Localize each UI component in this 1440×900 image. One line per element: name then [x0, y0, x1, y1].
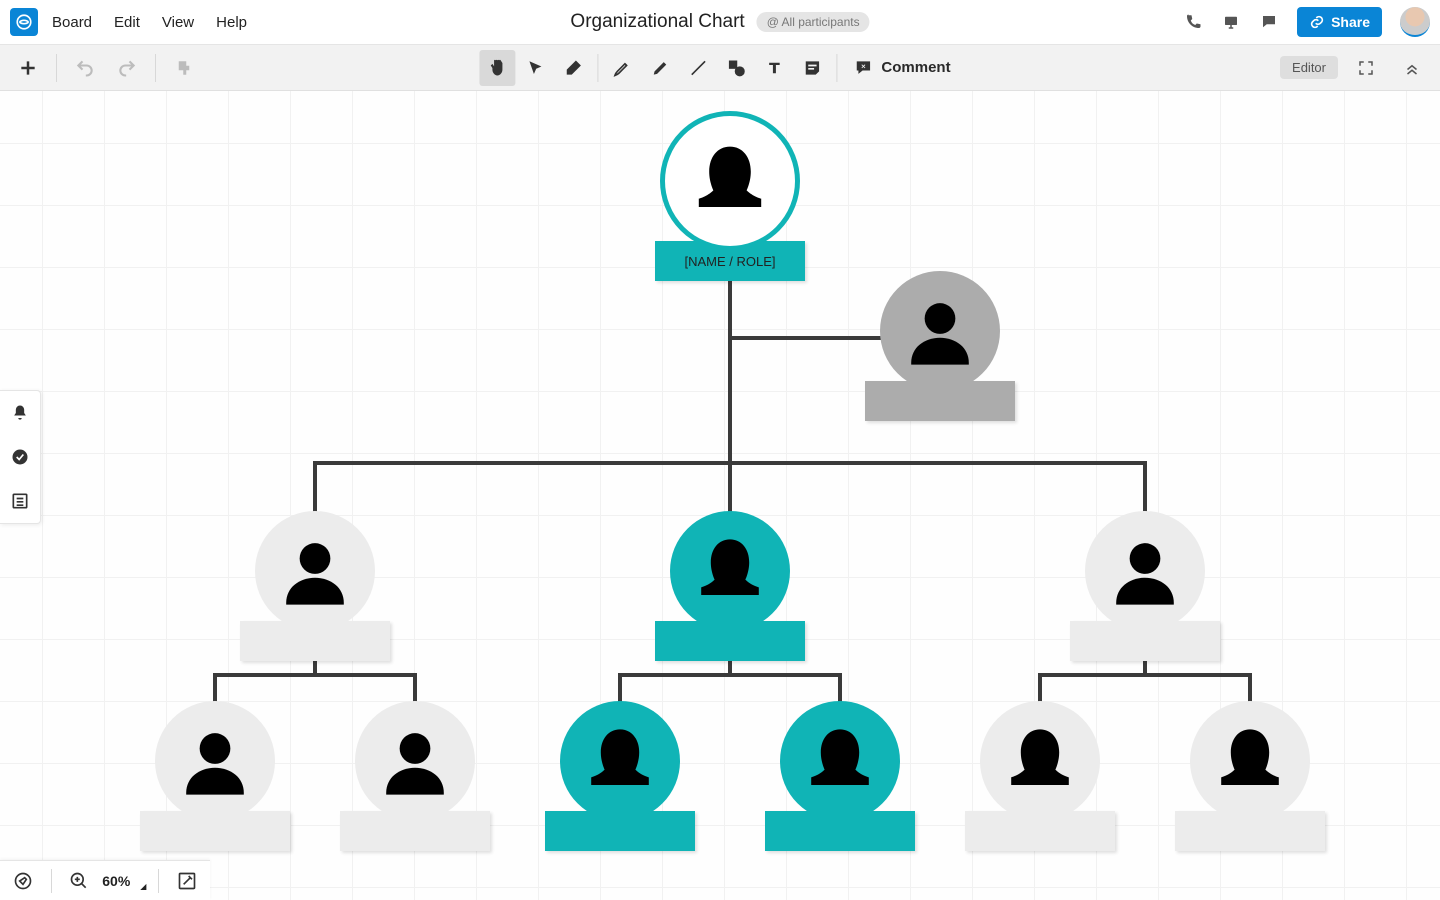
zoom-in-button[interactable]: [64, 863, 95, 899]
comment-icon: [853, 58, 873, 78]
separator: [836, 54, 837, 82]
separator: [56, 54, 57, 82]
phone-icon[interactable]: [1183, 12, 1203, 32]
line-tool[interactable]: [680, 50, 716, 86]
pointer-tool[interactable]: [517, 50, 553, 86]
separator: [51, 869, 52, 893]
comment-label: Comment: [881, 59, 950, 76]
menu-help[interactable]: Help: [216, 14, 247, 31]
toolbar-center: Comment: [479, 50, 960, 86]
person-icon: [980, 701, 1100, 821]
list-icon[interactable]: [6, 487, 34, 515]
person-icon: [660, 111, 800, 251]
avatar[interactable]: [1400, 7, 1430, 37]
fullscreen-button[interactable]: [1348, 50, 1384, 86]
person-icon: [1190, 701, 1310, 821]
person-icon: [355, 701, 475, 821]
board-title[interactable]: Organizational Chart: [570, 11, 744, 33]
org-node[interactable]: [255, 511, 390, 661]
add-button[interactable]: [10, 50, 46, 86]
share-label: Share: [1331, 14, 1370, 30]
connector: [618, 673, 842, 677]
pen-tool[interactable]: [604, 50, 640, 86]
org-node[interactable]: [980, 701, 1115, 851]
menubar: Board Edit View Help Organizational Char…: [0, 0, 1440, 45]
org-node[interactable]: [155, 701, 290, 851]
org-node[interactable]: [355, 701, 490, 851]
redo-button[interactable]: [109, 50, 145, 86]
share-button[interactable]: Share: [1297, 7, 1382, 37]
app-logo[interactable]: [10, 8, 38, 36]
menu-view[interactable]: View: [162, 14, 194, 31]
zoom-dropdown-icon[interactable]: ◢: [140, 882, 146, 891]
notifications-icon[interactable]: [6, 399, 34, 427]
separator: [597, 54, 598, 82]
link-icon: [1309, 14, 1325, 30]
org-node[interactable]: [780, 701, 915, 851]
org-node-root[interactable]: [NAME / ROLE]: [660, 111, 805, 281]
hand-tool[interactable]: [479, 50, 515, 86]
toolbar: Comment Editor: [0, 45, 1440, 91]
undo-button[interactable]: [67, 50, 103, 86]
menu-board[interactable]: Board: [52, 14, 92, 31]
menu-edit[interactable]: Edit: [114, 14, 140, 31]
separator: [158, 869, 159, 893]
connector: [213, 673, 417, 677]
person-icon: [880, 271, 1000, 391]
note-tool[interactable]: [794, 50, 830, 86]
editor-chip[interactable]: Editor: [1280, 56, 1338, 79]
separator: [155, 54, 156, 82]
person-icon: [155, 701, 275, 821]
title-group: Organizational Chart @ All participants: [570, 11, 869, 33]
comment-button[interactable]: Comment: [843, 58, 960, 78]
person-icon: [670, 511, 790, 631]
menu-items: Board Edit View Help: [52, 14, 247, 31]
toolbar-right: Editor: [1280, 50, 1430, 86]
connector: [1038, 673, 1252, 677]
text-tool[interactable]: [756, 50, 792, 86]
org-node[interactable]: [1190, 701, 1325, 851]
eraser-tool[interactable]: [555, 50, 591, 86]
participants-chip[interactable]: @ All participants: [757, 12, 870, 32]
marker-tool[interactable]: [642, 50, 678, 86]
bottombar: 60% ◢: [0, 860, 210, 900]
toolbar-left: [10, 50, 202, 86]
format-painter-button[interactable]: [166, 50, 202, 86]
shape-tool[interactable]: [718, 50, 754, 86]
person-icon: [780, 701, 900, 821]
person-icon: [1085, 511, 1205, 631]
zoom-level[interactable]: 60%: [102, 873, 130, 889]
navigator-button[interactable]: [8, 863, 39, 899]
person-icon: [560, 701, 680, 821]
check-circle-icon[interactable]: [6, 443, 34, 471]
org-node-assistant[interactable]: [880, 271, 1015, 421]
chat-icon[interactable]: [1259, 12, 1279, 32]
connector: [728, 251, 732, 461]
menubar-right: Share: [1183, 7, 1430, 37]
left-tray: [0, 390, 41, 524]
org-node[interactable]: [1085, 511, 1220, 661]
org-node[interactable]: [560, 701, 695, 851]
edit-button[interactable]: [171, 863, 202, 899]
present-icon[interactable]: [1221, 12, 1241, 32]
org-node[interactable]: [670, 511, 805, 661]
person-icon: [255, 511, 375, 631]
canvas[interactable]: [NAME / ROLE]: [0, 91, 1440, 900]
collapse-button[interactable]: [1394, 50, 1430, 86]
